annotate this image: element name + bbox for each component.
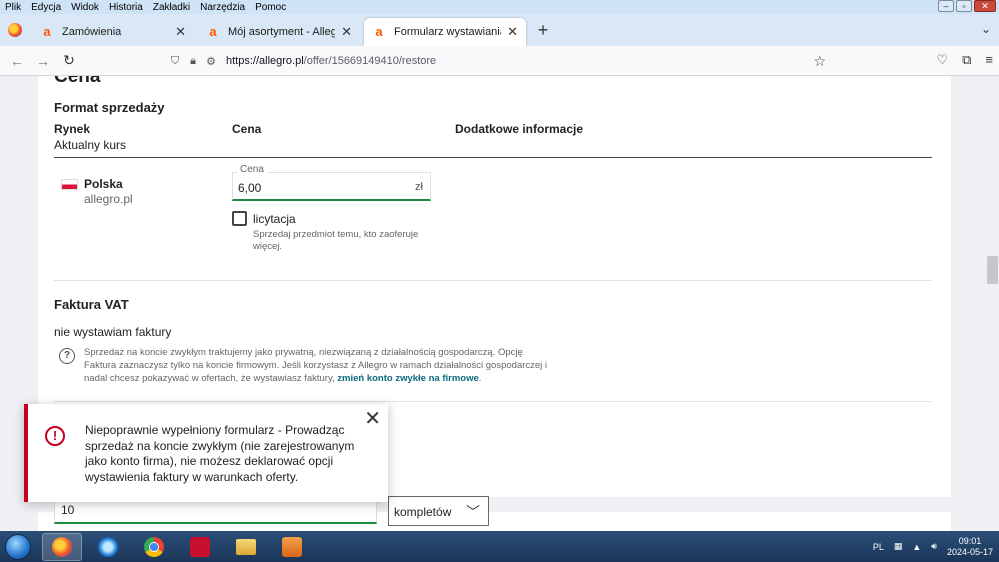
quantity-value[interactable]: 10 [61, 503, 74, 517]
poland-flag-icon [61, 179, 78, 190]
keyboard-icon[interactable]: ▦ [894, 541, 903, 552]
list-all-tabs-icon[interactable]: ⌄ [981, 22, 991, 36]
url-text[interactable]: https://allegro.pl/offer/15669149410/res… [226, 55, 436, 67]
unit-select[interactable]: kompletów ﹀ [388, 496, 489, 526]
price-value[interactable]: 6,00 [238, 181, 261, 195]
price-field-label: Cena [237, 164, 267, 175]
volume-icon[interactable]: 🔊︎ [931, 541, 937, 552]
taskbar-media[interactable] [272, 533, 312, 561]
back-icon[interactable]: ← [4, 53, 30, 69]
taskbar-firefox[interactable] [42, 532, 82, 561]
toast-message: Niepoprawnie wypełniony formularz - Prow… [85, 423, 355, 484]
auction-help-text: Sprzedaj przedmiot temu, kto zaoferuje w… [253, 229, 419, 252]
taskbar: PL ▦ ▲ 🔊︎ 09:01 2024-05-17 [0, 531, 999, 562]
column-header-extra: Dodatkowe informacje [455, 122, 584, 136]
market-subtitle: Aktualny kurs [54, 138, 127, 152]
price-input[interactable]: 6,00 zł [232, 172, 431, 201]
folder-icon [236, 538, 256, 555]
extensions-icon[interactable]: ⧉ [962, 52, 971, 68]
vat-value: nie wystawiam faktury [54, 325, 172, 339]
column-header-price: Cena [232, 122, 262, 136]
tab-title: Mój asortyment - Allegro [228, 26, 336, 38]
menu-edit[interactable]: Edycja [26, 2, 66, 13]
close-window-icon[interactable]: ✕ [974, 0, 996, 12]
tab-orders[interactable]: a Zamówienia ✕ [32, 18, 194, 46]
taskbar-chrome[interactable] [134, 533, 174, 561]
vat-title: Faktura VAT [54, 297, 129, 312]
error-exclamation-icon: ! [45, 426, 65, 446]
taskbar-explorer[interactable] [226, 533, 266, 561]
tab-bar: a Zamówienia ✕ a Mój asortyment - Allegr… [0, 14, 999, 46]
chevron-down-icon: ﹀ [466, 504, 480, 520]
tab-title: Zamówienia [62, 26, 122, 38]
clock[interactable]: 09:01 2024-05-17 [947, 536, 993, 558]
question-help-icon: ? [59, 348, 75, 364]
page-scrollbar-thumb[interactable] [987, 256, 998, 284]
taskbar-ie[interactable] [88, 533, 128, 561]
allegro-favicon-icon: a [209, 24, 217, 39]
market-country: Polska [84, 177, 123, 191]
menu-bookmarks[interactable]: Zakładki [148, 2, 195, 13]
language-indicator[interactable]: PL [873, 542, 884, 552]
minimize-icon[interactable]: – [938, 0, 954, 12]
allegro-favicon-icon: a [43, 24, 51, 39]
header-divider [54, 157, 932, 158]
menu-bar: Plik Edycja Widok Historia Zakładki Narz… [0, 0, 999, 14]
lock-icon[interactable]: 🔒︎ [184, 55, 202, 68]
section-divider [54, 280, 932, 281]
menu-history[interactable]: Historia [104, 2, 148, 13]
clock-date: 2024-05-17 [946, 546, 993, 557]
address-bar[interactable]: ⛉ 🔒︎ ⚙︎ https://allegro.pl/offer/1566914… [166, 49, 834, 73]
tab-listing-form[interactable]: a Formularz wystawiania ✕ [364, 18, 526, 46]
close-tab-icon[interactable]: ✕ [341, 24, 352, 40]
close-tab-icon[interactable]: ✕ [507, 24, 518, 40]
permissions-icon[interactable]: ⚙︎ [202, 55, 220, 68]
shield-icon[interactable]: ⛉ [166, 55, 184, 68]
menu-view[interactable]: Widok [66, 2, 104, 13]
menu-help[interactable]: Pomoc [250, 2, 291, 13]
unit-selected-value: kompletów [394, 505, 452, 519]
auction-checkbox[interactable] [232, 211, 247, 226]
maximize-icon[interactable]: ▫ [956, 0, 972, 12]
hamburger-menu-icon[interactable]: ≡ [985, 52, 993, 68]
currency-unit: zł [415, 181, 423, 193]
acrobat-icon [190, 536, 210, 557]
system-tray: PL ▦ ▲ 🔊︎ 09:01 2024-05-17 [873, 531, 993, 562]
change-account-link[interactable]: zmień konto zwykłe na firmowe [337, 373, 478, 384]
chrome-icon [144, 536, 164, 557]
tab-assortment[interactable]: a Mój asortyment - Allegro ✕ [198, 18, 360, 46]
menu-file[interactable]: Plik [0, 2, 26, 13]
clock-time: 09:01 [958, 535, 982, 546]
bookmark-star-icon[interactable]: ☆ [813, 53, 826, 70]
close-toast-icon[interactable]: ✕ [364, 409, 381, 429]
section-title: Cena [54, 76, 101, 87]
toolbar-right: ♡ ⧉ ≡ [936, 52, 993, 68]
forward-icon[interactable]: → [30, 53, 56, 69]
vat-help-text: Sprzedaż na koncie zwykłym traktujemy ja… [84, 347, 548, 384]
allegro-favicon-icon: a [375, 24, 383, 39]
new-tab-icon[interactable]: + [528, 14, 558, 46]
close-tab-icon[interactable]: ✕ [175, 24, 186, 40]
column-header-market: Rynek [54, 122, 91, 136]
media-player-icon [282, 536, 302, 557]
market-site: allegro.pl [84, 192, 133, 206]
navigation-bar: ← → ↻ ⛉ 🔒︎ ⚙︎ https://allegro.pl/offer/1… [0, 46, 999, 76]
show-hidden-icons-icon[interactable]: ▲ [912, 542, 921, 552]
menu-tools[interactable]: Narzędzia [195, 2, 250, 13]
firefox-view-icon[interactable] [0, 14, 30, 46]
start-button[interactable] [0, 531, 36, 562]
auction-label[interactable]: licytacja [253, 212, 296, 226]
reload-icon[interactable]: ↻ [56, 52, 82, 69]
taskbar-acrobat[interactable] [180, 533, 220, 561]
format-title: Format sprzedaży [54, 100, 165, 115]
error-toast: ! Niepoprawnie wypełniony formularz - Pr… [24, 404, 388, 502]
window-controls: – ▫ ✕ [938, 0, 996, 12]
section-divider [54, 401, 932, 402]
firefox-icon [52, 536, 72, 557]
pocket-icon[interactable]: ♡ [936, 52, 948, 68]
tab-title: Formularz wystawiania [394, 26, 502, 38]
internet-explorer-icon [98, 536, 118, 557]
